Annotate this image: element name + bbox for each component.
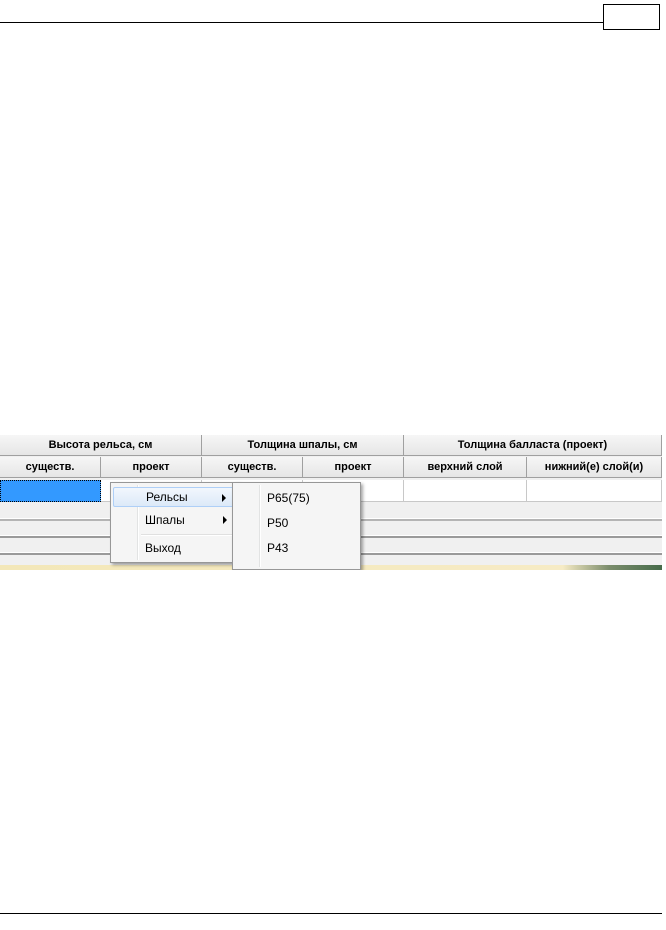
- grid-cell[interactable]: [404, 480, 527, 502]
- column-header[interactable]: верхний слой: [404, 457, 527, 478]
- menu-item-rails[interactable]: Рельсы: [113, 487, 237, 507]
- column-header[interactable]: проект: [303, 457, 404, 478]
- submenu-arrow-icon: [223, 516, 227, 524]
- menu-item-exit[interactable]: Выход: [113, 538, 237, 558]
- menu-item-label: Выход: [145, 541, 181, 555]
- menu-separator: [141, 534, 235, 536]
- submenu-arrow-icon: [222, 494, 226, 502]
- menu-item-label: Рельсы: [146, 490, 188, 504]
- page-header-rule: [0, 22, 603, 23]
- group-header-sleeper-thickness[interactable]: Толщина шпалы, см: [202, 435, 404, 456]
- selected-cell[interactable]: [0, 480, 101, 502]
- column-header[interactable]: нижний(е) слой(и): [527, 457, 662, 478]
- group-header-ballast-thickness[interactable]: Толщина балласта (проект): [404, 435, 662, 456]
- grid-cell[interactable]: [527, 480, 662, 502]
- menu-item-label: Р43: [267, 541, 289, 555]
- rails-submenu: Р65(75) Р50 Р43: [232, 482, 361, 570]
- submenu-item-r65[interactable]: Р65(75): [235, 488, 358, 508]
- column-header[interactable]: существ.: [202, 457, 303, 478]
- group-header-rail-height[interactable]: Высота рельса, см: [0, 435, 202, 456]
- submenu-item-r50[interactable]: Р50: [235, 513, 358, 533]
- column-header[interactable]: проект: [101, 457, 202, 478]
- submenu-item-r43[interactable]: Р43: [235, 538, 358, 558]
- group-header-row: Высота рельса, см Толщина шпалы, см Толщ…: [0, 435, 662, 456]
- menu-item-label: Р65(75): [267, 491, 310, 505]
- column-header-row: существ. проект существ. проект верхний …: [0, 457, 662, 478]
- menu-item-label: Шпалы: [145, 513, 185, 527]
- page-number-box: [603, 4, 660, 30]
- menu-item-sleepers[interactable]: Шпалы: [113, 510, 237, 530]
- menu-item-label: Р50: [267, 516, 289, 530]
- page-footer-rule: [0, 913, 662, 914]
- app-screenshot: Высота рельса, см Толщина шпалы, см Толщ…: [0, 435, 662, 570]
- column-header[interactable]: существ.: [0, 457, 101, 478]
- context-menu: Рельсы Шпалы Выход: [110, 482, 240, 563]
